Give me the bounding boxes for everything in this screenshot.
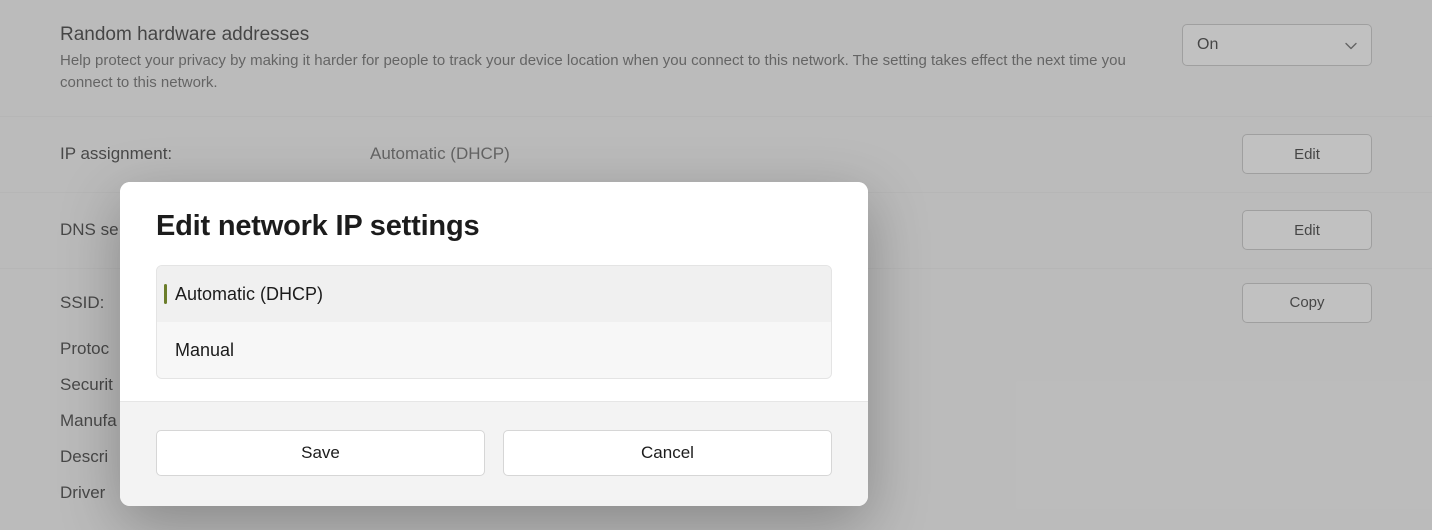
ip-mode-option-list: Automatic (DHCP) Manual <box>156 265 832 379</box>
cancel-button[interactable]: Cancel <box>503 430 832 476</box>
edit-ip-dialog: Edit network IP settings Automatic (DHCP… <box>120 182 868 506</box>
dialog-title: Edit network IP settings <box>156 210 832 243</box>
save-button[interactable]: Save <box>156 430 485 476</box>
option-manual[interactable]: Manual <box>157 322 831 378</box>
option-manual-label: Manual <box>175 340 234 361</box>
option-automatic-dhcp[interactable]: Automatic (DHCP) <box>157 266 831 322</box>
option-automatic-label: Automatic (DHCP) <box>175 284 323 305</box>
